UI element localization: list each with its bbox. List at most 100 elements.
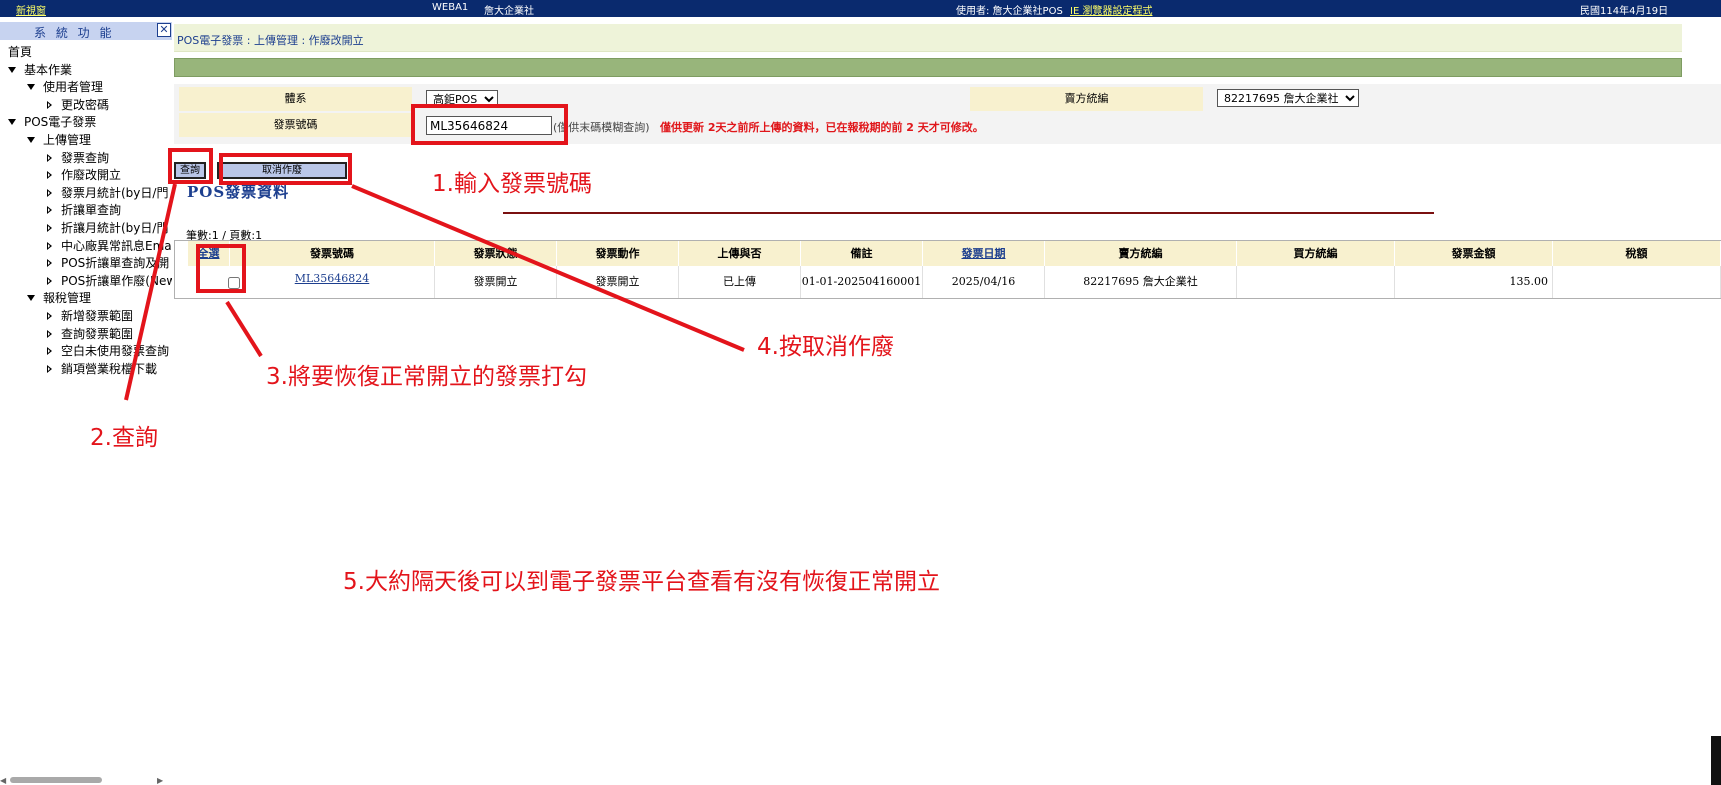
sidebar-item[interactable]: 銷項營業稅檔下載 xyxy=(47,361,157,377)
sidebar-item[interactable]: POS電子發票 xyxy=(8,114,96,130)
table-cell: 發票開立 xyxy=(557,266,679,298)
sidebar-item-label: 報稅管理 xyxy=(43,291,92,306)
system-label: 體系 xyxy=(179,87,412,111)
select-all-link[interactable]: 全選 xyxy=(188,241,230,266)
ie-settings-link[interactable]: IE 瀏覽器設定程式 xyxy=(1070,2,1152,17)
sidebar-item-label: 基本作業 xyxy=(24,62,73,77)
sidebar-item[interactable]: 空白未使用發票查詢 xyxy=(47,343,169,359)
sidebar-item[interactable]: 使用者管理 xyxy=(27,79,103,95)
triangle-down-icon[interactable] xyxy=(27,295,35,302)
scroll-right-arrow-icon[interactable]: ▶ xyxy=(157,776,163,785)
sidebar-item-label: 空白未使用發票查詢 xyxy=(61,344,170,359)
column-header: 稅額 xyxy=(1553,241,1721,266)
column-header: 發票號碼 xyxy=(230,241,435,266)
column-header: 發票動作 xyxy=(557,241,679,266)
triangle-right-icon xyxy=(47,153,52,162)
seller-tax-id-select[interactable]: 82217695 詹大企業社 xyxy=(1217,89,1359,107)
sidebar-item[interactable]: 上傳管理 xyxy=(27,132,91,148)
sidebar-item-label: 查詢發票範圍 xyxy=(61,326,134,341)
triangle-down-icon[interactable] xyxy=(27,84,35,91)
sidebar-item[interactable]: 作廢改開立 xyxy=(47,167,121,183)
sidebar-item[interactable]: 報稅管理 xyxy=(27,290,91,306)
sidebar-item-label: 折讓月統計(by日/門 xyxy=(61,221,169,235)
triangle-down-icon[interactable] xyxy=(8,119,16,126)
update-warning: 僅供更新 2天之前所上傳的資料，已在報稅期的前 2 天才可修改。 xyxy=(660,121,984,134)
sidebar-item-label: 銷項營業稅檔下載 xyxy=(61,361,158,376)
seller-tax-id-label: 賣方統編 xyxy=(970,87,1203,111)
sidebar-item-label: 發票查詢 xyxy=(61,150,110,165)
arrow-to-checkbox xyxy=(225,300,263,358)
invoice-number-input[interactable] xyxy=(426,116,552,135)
sidebar-item[interactable]: POS折讓單查詢及開 xyxy=(47,255,169,271)
sidebar-item[interactable]: 新增發票範圍 xyxy=(47,308,133,324)
sidebar-item[interactable]: 折讓月統計(by日/門 xyxy=(47,220,168,236)
sidebar-item-label: POS折讓單查詢及開 xyxy=(61,256,170,271)
triangle-right-icon xyxy=(47,329,52,338)
table-cell xyxy=(1237,266,1395,298)
table-cell: 2025/04/16 xyxy=(923,266,1045,298)
sidebar-item[interactable]: 中心廠異常訊息Ema xyxy=(47,238,172,254)
triangle-right-icon xyxy=(47,259,52,268)
sidebar-item-label: 上傳管理 xyxy=(43,133,92,147)
sidebar-item[interactable]: 查詢發票範圍 xyxy=(47,326,133,342)
query-button[interactable]: 查詢 xyxy=(174,162,206,179)
sidebar-item-label: 使用者管理 xyxy=(43,80,104,95)
sidebar-item-label: 作廢改開立 xyxy=(61,168,122,183)
sidebar-horizontal-scrollbar[interactable]: ◀ ▶ xyxy=(0,775,172,785)
top-bar: 新視窗 WEBA1 詹大企業社 使用者: 詹大企業社POS IE 瀏覽器設定程式… xyxy=(0,0,1721,17)
system-select[interactable]: 高鉅POS xyxy=(426,90,498,108)
breadcrumb: POS電子發票 : 上傳管理 : 作廢改開立 xyxy=(177,34,364,47)
table-header: 全選 發票號碼 發票狀態 發票動作 上傳與否 備註 發票日期 賣方統編 買方統編 發票金額 稅額 xyxy=(188,241,1721,266)
triangle-right-icon xyxy=(47,188,52,197)
scroll-left-arrow-icon[interactable]: ◀ xyxy=(0,776,6,785)
scrollbar-thumb[interactable] xyxy=(10,777,102,783)
step2-text: 2.查詢 xyxy=(90,425,158,451)
column-header: 買方統編 xyxy=(1237,241,1395,266)
fuzzy-search-hint: (僅供末碼模糊查詢) xyxy=(553,121,650,134)
sidebar-item-label: 更改密碼 xyxy=(61,97,110,112)
step1-text: 1.輸入發票號碼 xyxy=(432,171,592,197)
sidebar-item-label: POS電子發票 xyxy=(24,115,97,130)
invoice-number-link[interactable]: ML35646824 xyxy=(230,266,435,298)
triangle-right-icon xyxy=(47,224,52,232)
step4-text: 4.按取消作廢 xyxy=(757,334,894,360)
column-header: 發票金額 xyxy=(1395,241,1553,266)
table-row: ML35646824 發票開立 發票開立 已上傳 01-01-202504160001 2… xyxy=(188,266,1721,298)
column-header: 備註 xyxy=(801,241,923,266)
cancel-void-button[interactable]: 取消作廢 xyxy=(217,162,347,179)
step3-text: 3.將要恢復正常開立的發票打勾 xyxy=(266,364,587,390)
triangle-down-icon[interactable] xyxy=(27,137,35,143)
table-cell: 135.00 xyxy=(1395,266,1553,298)
section-title: POS發票資料 xyxy=(187,183,290,201)
sidebar-item[interactable]: 更改密碼 xyxy=(47,97,109,113)
table-cell: 82217695 詹大企業社 xyxy=(1045,266,1237,298)
triangle-right-icon xyxy=(47,100,52,109)
invoice-table: 全選 發票號碼 發票狀態 發票動作 上傳與否 備註 發票日期 賣方統編 買方統編 發票金額 稅額 M… xyxy=(174,240,1721,299)
sidebar-item-label: 發票月統計(by日/門 xyxy=(61,185,169,200)
sidebar-item[interactable]: POS折讓單作廢(New xyxy=(47,273,172,289)
triangle-down-icon[interactable] xyxy=(8,66,16,73)
sidebar-item-label: 首頁 xyxy=(8,45,33,59)
divider-line xyxy=(503,212,1434,214)
column-header[interactable]: 發票日期 xyxy=(923,241,1045,266)
sidebar-item[interactable]: 發票查詢 xyxy=(47,150,109,166)
new-window-link[interactable]: 新視窗 xyxy=(16,2,46,17)
sidebar-item[interactable]: 折讓單查詢 xyxy=(47,202,121,218)
sidebar-item[interactable]: 基本作業 xyxy=(8,62,72,78)
server-name: WEBA1 xyxy=(432,2,469,13)
current-date: 民國114年4月19日 xyxy=(1580,6,1669,17)
sidebar-item-label: 中心廠異常訊息Ema xyxy=(61,238,172,253)
invoice-number-label: 發票號碼 xyxy=(179,113,412,137)
sidebar-item[interactable]: 發票月統計(by日/門 xyxy=(47,185,168,201)
triangle-right-icon xyxy=(47,347,52,356)
column-header: 上傳與否 xyxy=(679,241,801,266)
triangle-right-icon xyxy=(47,364,52,373)
triangle-right-icon xyxy=(47,241,52,250)
table-cell: 01-01-202504160001 xyxy=(801,266,923,298)
table-cell: 已上傳 xyxy=(679,266,801,298)
close-icon[interactable]: ✕ xyxy=(157,23,171,37)
triangle-right-icon xyxy=(47,171,52,180)
sidebar-item[interactable]: 首頁 xyxy=(8,44,32,60)
header-divider-bar xyxy=(174,58,1682,77)
company-name: 詹大企業社 xyxy=(484,6,534,17)
